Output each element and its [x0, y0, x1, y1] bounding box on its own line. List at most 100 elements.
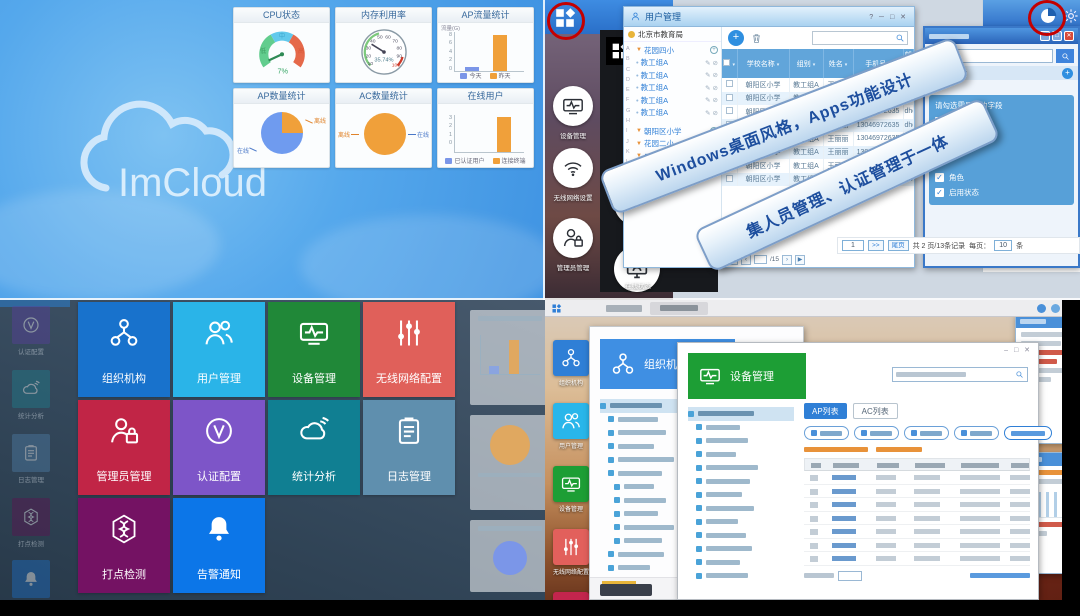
taskbar-tab[interactable] — [606, 305, 642, 312]
delete-icon[interactable]: ⊘ — [713, 109, 718, 117]
tree-member[interactable]: • 教工组A ✎⊘ — [636, 57, 721, 70]
add-column-button[interactable]: + — [1062, 68, 1073, 79]
table-row-blurred[interactable] — [804, 485, 1030, 499]
search-icon[interactable] — [1015, 370, 1024, 379]
toolbar-button-blurred[interactable] — [804, 426, 849, 440]
col-name[interactable]: 姓名 — [823, 49, 853, 78]
tile-users[interactable]: 用户管理 — [173, 302, 265, 397]
row-actions[interactable]: ✎⊘ — [705, 59, 718, 67]
edit-icon[interactable]: ✎ — [705, 71, 710, 79]
per-page-input[interactable] — [838, 571, 862, 581]
page-input[interactable]: 1 — [842, 240, 864, 251]
row-checkbox[interactable] — [726, 94, 733, 101]
table-row-blurred[interactable] — [804, 498, 1030, 512]
toolbar-button-blurred[interactable] — [904, 426, 949, 440]
col-group[interactable]: 组别 — [789, 49, 823, 78]
tree-row-blurred[interactable] — [696, 556, 794, 570]
tree-row-blurred[interactable] — [696, 529, 794, 543]
dock-users[interactable] — [553, 403, 589, 439]
selected-records-link-blurred[interactable] — [876, 447, 922, 452]
edit-icon[interactable]: ✎ — [705, 84, 710, 92]
tree-member[interactable]: • 教工组A ✎⊘ — [636, 82, 721, 95]
tile-alerts[interactable]: 告警通知 — [173, 498, 265, 593]
delete-icon[interactable]: ⊘ — [713, 96, 718, 104]
search-input[interactable] — [813, 35, 895, 42]
dock-wireless[interactable] — [553, 529, 589, 565]
table-row-blurred[interactable] — [804, 471, 1030, 485]
tree-member[interactable]: • 教工组A ✎⊘ — [636, 94, 721, 107]
row-actions[interactable]: ✎⊘ — [705, 71, 718, 79]
tile-auth-config[interactable]: 认证配置 — [173, 400, 265, 495]
search-icon[interactable] — [895, 33, 905, 43]
field-option[interactable]: ✓ 角色 — [935, 170, 1068, 185]
row-checkbox[interactable] — [726, 175, 733, 182]
table-row-blurred[interactable] — [804, 552, 1030, 566]
delete-icon[interactable]: ⊘ — [713, 59, 718, 67]
close-button[interactable]: ✕ — [1064, 31, 1074, 41]
pager-last-button[interactable]: ▶ — [795, 255, 805, 265]
pager-page-input[interactable] — [754, 255, 767, 264]
next-page-button[interactable]: >> — [868, 240, 884, 251]
tree-row-blurred[interactable] — [696, 542, 794, 556]
tree-row-blurred[interactable] — [688, 407, 794, 421]
dock-devices[interactable] — [553, 466, 589, 502]
row-checkbox[interactable] — [726, 80, 733, 87]
dock-org[interactable] — [553, 340, 589, 376]
tree-row-blurred[interactable] — [696, 569, 794, 583]
tab-ac-list[interactable]: AC列表 — [853, 403, 898, 419]
edit-icon[interactable]: ✎ — [705, 59, 710, 67]
delete-icon[interactable]: ⊘ — [713, 71, 718, 79]
tree-row-blurred[interactable] — [696, 434, 794, 448]
tree-row-blurred[interactable] — [696, 461, 794, 475]
desktop-icon-wireless[interactable] — [553, 148, 593, 188]
desktop-icon-device[interactable] — [553, 86, 593, 126]
taskbar-tab-active[interactable] — [650, 302, 708, 315]
pager-controls-blurred[interactable] — [970, 573, 1030, 578]
query-button[interactable] — [1056, 49, 1074, 63]
add-node-icon[interactable]: + — [710, 46, 718, 54]
toolbar-button-blurred[interactable] — [954, 426, 999, 440]
table-row-blurred[interactable] — [804, 525, 1030, 539]
footer-button-blurred[interactable] — [600, 584, 652, 596]
tree-member[interactable]: • 教工组A ✎⊘ — [636, 69, 721, 82]
field-option[interactable]: ✓ 启用状态 — [935, 185, 1068, 200]
custom-columns-button-blurred[interactable] — [1004, 426, 1052, 440]
checkbox-checked[interactable]: ✓ — [935, 173, 944, 182]
edit-icon[interactable]: ✎ — [705, 96, 710, 104]
tile-wireless-config[interactable]: 无线网络配置 — [363, 302, 455, 397]
tile-dot-detect[interactable]: 打点检测 — [78, 498, 170, 593]
row-actions[interactable]: ✎⊘ — [705, 96, 718, 104]
table-row-blurred[interactable] — [804, 539, 1030, 553]
tile-org[interactable]: 组织机构 — [78, 302, 170, 397]
table-row-blurred[interactable] — [804, 512, 1030, 526]
delete-icon[interactable]: ⊘ — [713, 84, 718, 92]
tile-statistics[interactable]: 统计分析 — [268, 400, 360, 495]
tray-info-icon[interactable] — [1051, 304, 1060, 313]
last-page-button[interactable]: 尾页 — [888, 240, 909, 251]
toolbar-button-blurred[interactable] — [854, 426, 899, 440]
row-checkbox[interactable] — [726, 107, 733, 114]
window-controls[interactable]: ? ─ □ ✕ — [869, 13, 908, 21]
tray-chart-icon[interactable] — [1037, 304, 1046, 313]
add-user-button[interactable]: + — [728, 30, 744, 46]
tree-row-blurred[interactable] — [696, 502, 794, 516]
tree-group[interactable]: ▼ 花园四小 + — [636, 44, 721, 57]
tile-devices[interactable]: 设备管理 — [268, 302, 360, 397]
edit-icon[interactable]: ✎ — [705, 109, 710, 117]
selected-records-link-blurred[interactable] — [804, 447, 868, 452]
trash-icon[interactable] — [750, 32, 763, 45]
row-actions[interactable]: ✎⊘ — [705, 84, 718, 92]
tree-member[interactable]: • 教工组A ✎⊘ — [636, 107, 721, 120]
org-root[interactable]: 北京市教育局 — [624, 27, 721, 42]
per-page-input[interactable]: 10 — [994, 240, 1012, 251]
start-icon[interactable] — [551, 303, 562, 314]
tile-admin[interactable]: 管理员管理 — [78, 400, 170, 495]
col-school[interactable]: 学校名称 — [737, 49, 789, 78]
desktop-icon-admin[interactable] — [553, 218, 593, 258]
tree-row-blurred[interactable] — [696, 488, 794, 502]
checkbox-checked[interactable]: ✓ — [935, 188, 944, 197]
tile-logs[interactable]: 日志管理 — [363, 400, 455, 495]
select-all-checkbox[interactable] — [723, 59, 730, 66]
tree-row-blurred[interactable] — [696, 475, 794, 489]
tree-row-blurred[interactable] — [696, 515, 794, 529]
